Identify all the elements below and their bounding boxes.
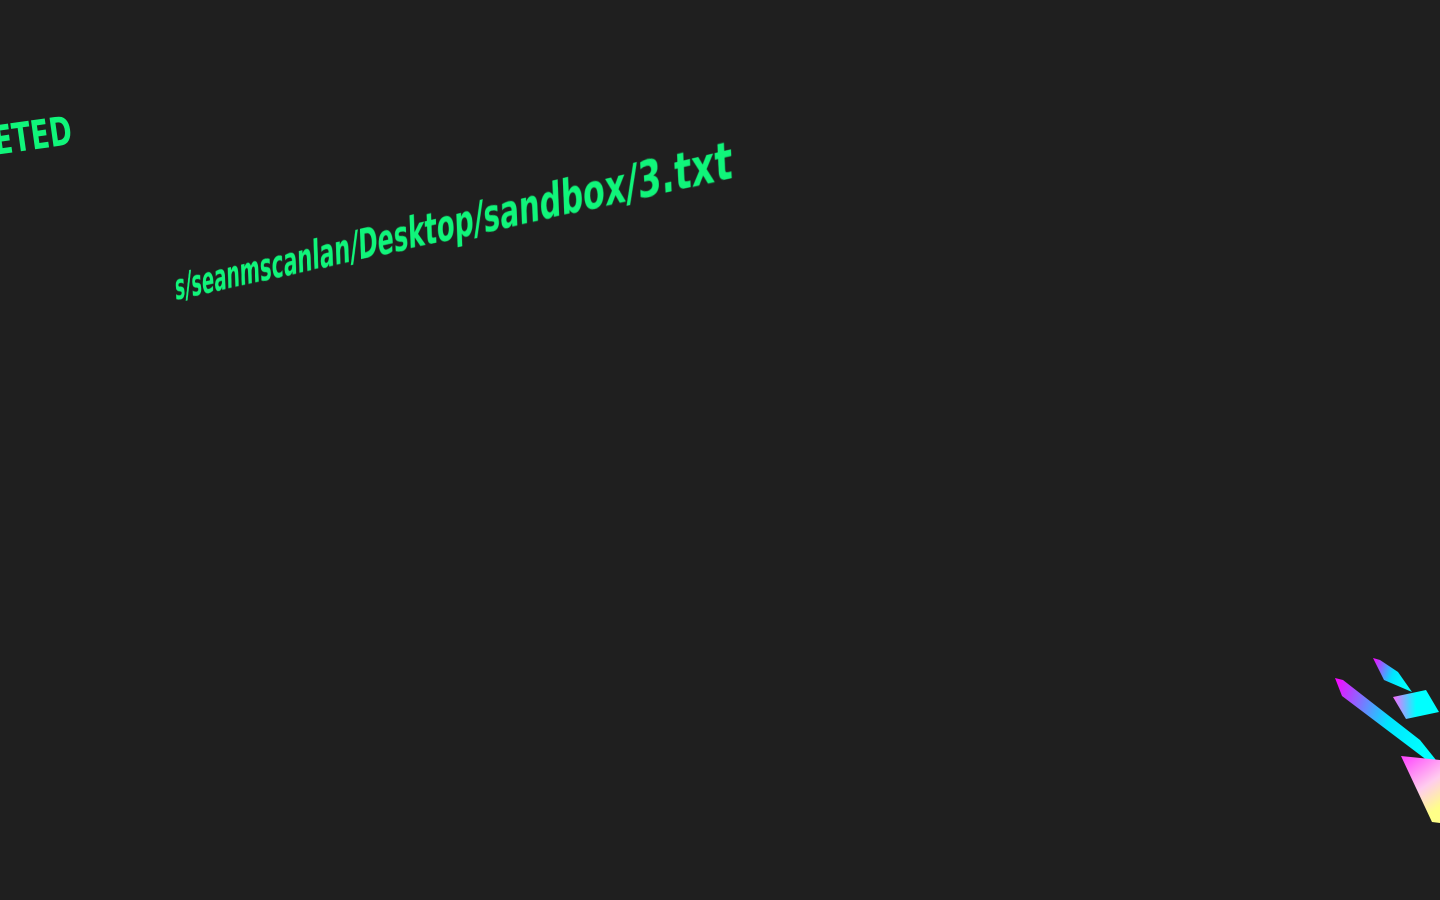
shape-square (1393, 690, 1439, 719)
desktop-background: LETED s/seanmscanlan/Desktop/sandbox/3.t… (0, 0, 1440, 900)
shape-strip-small (1373, 658, 1412, 692)
shape-trapezoid (1401, 756, 1440, 823)
file-path-text: s/seanmscanlan/Desktop/sandbox/3.txt (174, 128, 734, 309)
status-text: LETED (0, 108, 76, 168)
floating-shapes-graphic (1335, 658, 1440, 823)
